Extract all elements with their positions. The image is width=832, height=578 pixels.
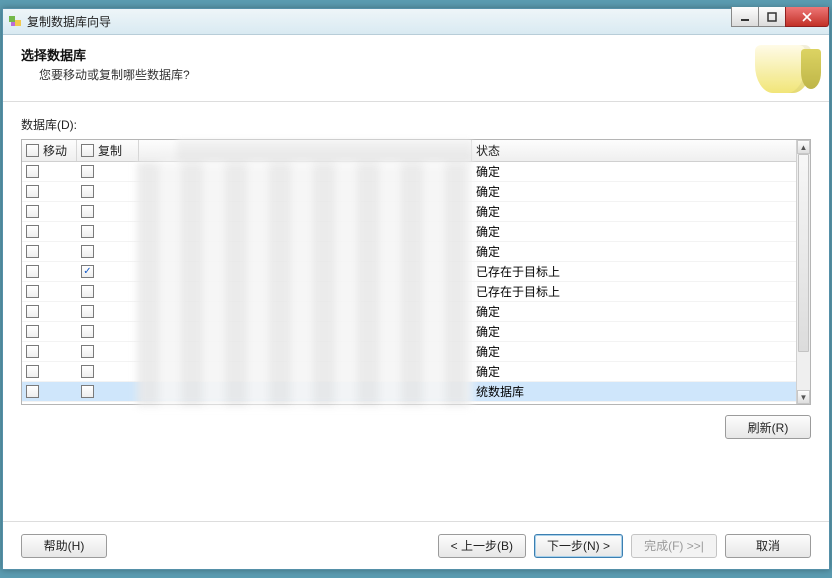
wizard-window: 复制数据库向导 选择数据库 您要移动或复制哪些数据库? 数据库(D): 移动 复… (2, 8, 830, 570)
status-text: 确定 (476, 323, 500, 340)
scroll-track[interactable] (797, 154, 810, 390)
move-checkbox[interactable] (26, 365, 39, 378)
copy-checkbox[interactable] (81, 205, 94, 218)
help-button[interactable]: 帮助(H) (21, 534, 107, 558)
column-label: 复制 (98, 142, 122, 159)
move-checkbox[interactable] (26, 205, 39, 218)
status-text: 确定 (476, 363, 500, 380)
cancel-button[interactable]: 取消 (725, 534, 811, 558)
copy-checkbox[interactable] (81, 345, 94, 358)
copy-checkbox[interactable] (81, 325, 94, 338)
status-text: 已存在于目标上 (476, 263, 560, 280)
move-checkbox[interactable] (26, 185, 39, 198)
scroll-thumb[interactable] (798, 154, 809, 352)
databases-label: 数据库(D): (21, 116, 811, 133)
wizard-header: 选择数据库 您要移动或复制哪些数据库? (3, 35, 829, 102)
copy-checkbox[interactable] (81, 165, 94, 178)
wizard-banner-icon (755, 45, 811, 93)
close-button[interactable] (785, 7, 829, 27)
status-text: 确定 (476, 203, 500, 220)
header-checkbox-copy[interactable] (81, 144, 94, 157)
status-text: 确定 (476, 183, 500, 200)
page-title: 选择数据库 (21, 45, 190, 64)
redacted-header (177, 140, 472, 162)
copy-checkbox[interactable] (81, 385, 94, 398)
copy-checkbox[interactable] (81, 185, 94, 198)
status-text: 已存在于目标上 (476, 283, 560, 300)
copy-checkbox[interactable] (81, 305, 94, 318)
move-checkbox[interactable] (26, 225, 39, 238)
status-text: 确定 (476, 303, 500, 320)
status-text: 确定 (476, 163, 500, 180)
wizard-footer: 帮助(H) < 上一步(B) 下一步(N) > 完成(F) >>| 取消 (3, 521, 829, 569)
minimize-button[interactable] (731, 7, 759, 27)
move-checkbox[interactable] (26, 385, 39, 398)
header-checkbox-move[interactable] (26, 144, 39, 157)
column-label: 移动 (43, 142, 67, 159)
status-text: 确定 (476, 343, 500, 360)
status-text: 统数据库 (476, 383, 524, 400)
databases-table[interactable]: 移动 复制 状态 确定确定确定确定确定已存在于目标上已存在于目标上确定确定确定确… (21, 139, 811, 405)
window-title: 复制数据库向导 (27, 13, 111, 30)
move-checkbox[interactable] (26, 285, 39, 298)
column-header-copy[interactable]: 复制 (77, 140, 139, 161)
page-subtitle: 您要移动或复制哪些数据库? (39, 66, 190, 83)
maximize-button[interactable] (758, 7, 786, 27)
move-checkbox[interactable] (26, 345, 39, 358)
column-header-move[interactable]: 移动 (22, 140, 77, 161)
copy-checkbox[interactable] (81, 245, 94, 258)
move-checkbox[interactable] (26, 325, 39, 338)
status-text: 确定 (476, 223, 500, 240)
scroll-up-button[interactable]: ▲ (797, 140, 810, 154)
back-button[interactable]: < 上一步(B) (438, 534, 526, 558)
copy-checkbox[interactable] (81, 365, 94, 378)
status-text: 确定 (476, 243, 500, 260)
move-checkbox[interactable] (26, 245, 39, 258)
move-checkbox[interactable] (26, 265, 39, 278)
column-label: 状态 (476, 142, 500, 159)
finish-button: 完成(F) >>| (631, 534, 717, 558)
next-button[interactable]: 下一步(N) > (534, 534, 623, 558)
copy-checkbox[interactable] (81, 285, 94, 298)
titlebar[interactable]: 复制数据库向导 (3, 9, 829, 35)
move-checkbox[interactable] (26, 165, 39, 178)
copy-checkbox[interactable] (81, 225, 94, 238)
content-area: 数据库(D): 移动 复制 状态 确定确定确定确定确定已存在于目标上已存在于目标… (3, 102, 829, 447)
redacted-region (137, 162, 472, 406)
window-controls (732, 7, 829, 27)
app-icon (7, 14, 23, 30)
column-header-status[interactable]: 状态 (472, 140, 796, 161)
scroll-down-button[interactable]: ▼ (797, 390, 810, 404)
vertical-scrollbar[interactable]: ▲ ▼ (796, 140, 810, 404)
move-checkbox[interactable] (26, 305, 39, 318)
copy-checkbox[interactable] (81, 265, 94, 278)
refresh-button[interactable]: 刷新(R) (725, 415, 811, 439)
